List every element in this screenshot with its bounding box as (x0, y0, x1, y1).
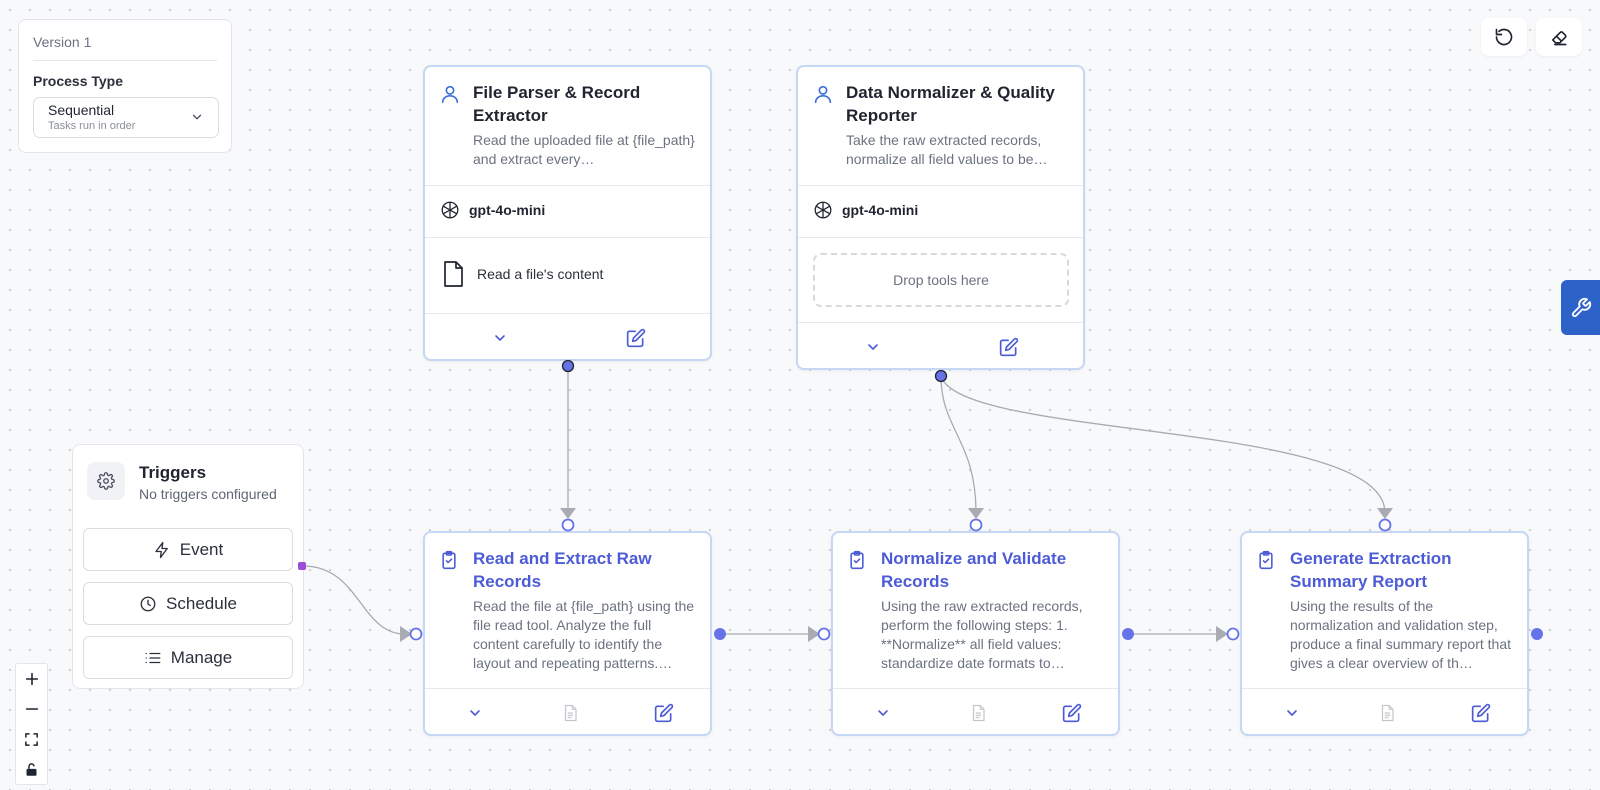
openai-icon (812, 199, 842, 221)
task-title: Read and Extract Raw Records (473, 549, 652, 591)
clipboard-check-icon (847, 549, 869, 673)
process-type-hint: Tasks run in order (48, 120, 136, 132)
chevron-down-icon[interactable] (467, 705, 483, 721)
chevron-down-icon (190, 110, 204, 124)
divider (425, 688, 710, 689)
edit-icon[interactable] (626, 328, 646, 348)
manage-trigger-button[interactable]: Manage (83, 636, 293, 679)
agent-description: Take the raw extracted records, normaliz… (846, 132, 1048, 167)
chevron-down-icon[interactable] (865, 339, 881, 355)
wrench-icon (1570, 297, 1592, 319)
divider (425, 313, 710, 314)
agent-title: File Parser & Record Extractor (473, 83, 641, 125)
file-icon (441, 260, 477, 288)
tool-label: Read a file's content (477, 266, 604, 282)
undo-button[interactable] (1481, 18, 1527, 56)
edit-icon[interactable] (999, 337, 1019, 357)
version-label: Version 1 (33, 34, 217, 61)
user-icon (439, 83, 461, 169)
zoom-out-button[interactable] (16, 694, 47, 724)
clipboard-check-icon (439, 549, 461, 673)
edit-icon[interactable] (1471, 703, 1491, 723)
fit-view-button[interactable] (16, 724, 47, 754)
fit-view-icon (24, 732, 39, 747)
task-card[interactable]: Read and Extract Raw Records Read the fi… (423, 531, 712, 736)
triggers-subtitle: No triggers configured (139, 486, 277, 502)
lock-icon (24, 762, 39, 777)
document-icon[interactable] (561, 703, 579, 723)
task-card[interactable]: Normalize and Validate Records Using the… (831, 531, 1120, 736)
zoom-controls (15, 663, 48, 785)
tools-panel-tab[interactable] (1561, 280, 1600, 335)
zoom-in-button[interactable] (16, 664, 47, 694)
lock-button[interactable] (16, 754, 47, 784)
divider (798, 185, 1083, 186)
lightning-icon (153, 541, 180, 559)
gear-icon (87, 462, 125, 500)
divider (425, 185, 710, 186)
task-description: Using the raw extracted records, perform… (881, 598, 1083, 671)
eraser-icon (1549, 27, 1569, 47)
chevron-down-icon[interactable] (875, 705, 891, 721)
process-type-select[interactable]: Sequential Tasks run in order (33, 97, 219, 138)
openai-icon (439, 199, 469, 221)
event-trigger-button[interactable]: Event (83, 528, 293, 571)
task-title: Normalize and Validate Records (881, 549, 1067, 591)
process-type-value: Sequential (48, 102, 115, 118)
agent-card[interactable]: File Parser & Record Extractor Read the … (423, 65, 712, 361)
agent-description: Read the uploaded file at {file_path} an… (473, 132, 695, 167)
chevron-down-icon[interactable] (1284, 705, 1300, 721)
tool-drop-zone[interactable]: Drop tools here (813, 253, 1069, 307)
document-icon[interactable] (1378, 703, 1396, 723)
divider (833, 688, 1118, 689)
edit-icon[interactable] (654, 703, 674, 723)
divider (1242, 688, 1527, 689)
model-name: gpt-4o-mini (842, 202, 919, 218)
list-icon (144, 649, 171, 667)
version-panel: Version 1 Process Type Sequential Tasks … (18, 19, 232, 153)
task-description: Read the file at {file_path} using the f… (473, 598, 695, 671)
process-type-label: Process Type (33, 73, 124, 89)
task-title: Generate Extraction Summary Report (1290, 549, 1452, 591)
tool-item[interactable]: Read a file's content (441, 260, 603, 288)
plus-icon (24, 671, 40, 687)
divider (798, 237, 1083, 238)
event-label: Event (179, 539, 224, 559)
agent-card[interactable]: Data Normalizer & Quality Reporter Take … (796, 65, 1085, 370)
task-card[interactable]: Generate Extraction Summary Report Using… (1240, 531, 1529, 736)
undo-icon (1494, 27, 1514, 47)
agent-title: Data Normalizer & Quality Reporter (846, 83, 1055, 125)
clock-icon (139, 595, 166, 613)
schedule-label: Schedule (166, 593, 237, 613)
agent-model[interactable]: gpt-4o-mini (439, 199, 545, 221)
manage-label: Manage (170, 647, 233, 667)
clipboard-check-icon (1256, 549, 1278, 673)
divider (425, 237, 710, 238)
divider (798, 322, 1083, 323)
agent-model[interactable]: gpt-4o-mini (812, 199, 918, 221)
user-icon (812, 83, 834, 169)
task-description: Using the results of the normalization a… (1290, 598, 1511, 671)
schedule-trigger-button[interactable]: Schedule (83, 582, 293, 625)
triggers-title: Triggers (139, 463, 207, 482)
clear-canvas-button[interactable] (1536, 18, 1582, 56)
document-icon[interactable] (969, 703, 987, 723)
model-name: gpt-4o-mini (469, 202, 546, 218)
edit-icon[interactable] (1062, 703, 1082, 723)
chevron-down-icon[interactable] (492, 330, 508, 346)
triggers-panel: Triggers No triggers configured Event Sc… (72, 444, 304, 689)
minus-icon (24, 701, 40, 717)
